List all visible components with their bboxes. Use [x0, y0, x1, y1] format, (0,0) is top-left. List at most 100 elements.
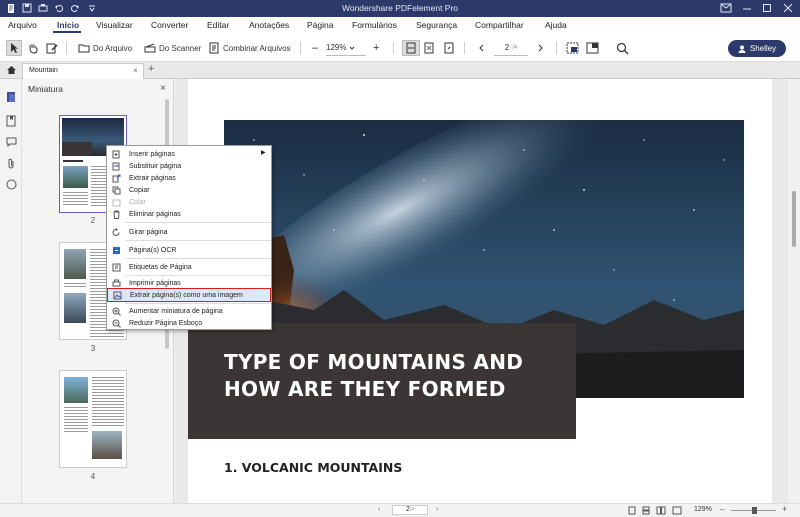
menu-seguranca[interactable]: Segurança: [416, 20, 457, 30]
new-tab-button[interactable]: +: [148, 63, 154, 75]
fit-width-icon: [406, 42, 416, 54]
zoom-slider-handle[interactable]: [752, 507, 757, 514]
user-account-button[interactable]: Shelley: [728, 40, 786, 57]
menu-item-copy[interactable]: Copiar: [107, 184, 271, 196]
zoom-in-thumbnail-icon: [111, 307, 121, 316]
page-number-input[interactable]: 2/4: [494, 40, 528, 56]
extract-pages-icon: [111, 174, 121, 183]
bookmark-icon[interactable]: [6, 115, 16, 129]
search-button[interactable]: [616, 40, 629, 56]
combine-files-label: Combinar Arquivos: [223, 43, 291, 53]
screenshot-button[interactable]: [566, 40, 580, 56]
zoom-in-button[interactable]: +: [373, 40, 379, 56]
thumbnail-panel-icon[interactable]: [6, 91, 16, 105]
thumb-photo: [64, 293, 86, 323]
crop-icon: [586, 42, 599, 54]
menu-item-rotate-page[interactable]: Girar página: [107, 226, 271, 238]
page-number-label: 4: [90, 472, 96, 481]
chevron-right-icon: [538, 44, 543, 52]
status-next-page-icon[interactable]: ›: [436, 506, 438, 513]
fit-width-button[interactable]: [402, 40, 420, 56]
menu-item-label: Extrair páginas: [129, 174, 176, 182]
menu-item-label: Extrair página(s) como uma imagem: [130, 291, 243, 299]
scanner-icon: [144, 43, 156, 53]
vertical-scrollbar[interactable]: [788, 79, 800, 503]
menu-editar[interactable]: Editar: [207, 20, 229, 30]
home-icon[interactable]: [6, 65, 17, 77]
status-zoom-value[interactable]: 129%: [694, 506, 712, 513]
minimize-icon[interactable]: [742, 3, 752, 15]
close-tab-icon[interactable]: ×: [133, 66, 138, 75]
menu-pagina[interactable]: Página: [307, 20, 333, 30]
menu-item-reduce-thumbnail[interactable]: Reduzir Página Esboço: [107, 317, 271, 329]
edit-icon: [46, 43, 58, 54]
menu-compartilhar[interactable]: Compartilhar: [475, 20, 524, 30]
from-scanner-button[interactable]: Do Scanner: [144, 40, 201, 56]
menu-item-label: Girar página: [129, 228, 168, 236]
hand-tool-button[interactable]: [27, 40, 39, 56]
zoom-value: 129%: [326, 43, 347, 52]
actual-size-button[interactable]: [443, 40, 455, 56]
copy-icon: [111, 186, 121, 195]
mail-icon[interactable]: [720, 3, 732, 15]
menu-item-replace-page[interactable]: Substituir página: [107, 160, 271, 172]
toolbar: Do Arquivo Do Scanner Combinar Arquivos …: [0, 34, 800, 62]
document-tab-bar: Mountain × +: [0, 62, 800, 79]
page-number-label: 3: [90, 344, 96, 353]
plus-icon: +: [373, 42, 380, 54]
two-page-view-icon[interactable]: [656, 506, 666, 517]
two-page-continuous-icon[interactable]: [672, 506, 682, 517]
maximize-icon[interactable]: [762, 3, 772, 15]
prev-page-button[interactable]: [478, 40, 484, 56]
status-zoom-out-icon[interactable]: –: [720, 505, 724, 514]
zoom-select[interactable]: 129%: [326, 40, 366, 56]
menu-formularios[interactable]: Formulários: [352, 20, 397, 30]
comment-icon[interactable]: [6, 137, 17, 149]
combine-files-button[interactable]: Combinar Arquivos: [208, 40, 291, 56]
menu-item-ocr[interactable]: Página(s) OCR: [107, 244, 271, 256]
menu-item-delete-pages[interactable]: Eliminar páginas: [107, 208, 271, 220]
chevron-down-icon: [350, 46, 355, 50]
scrollbar-thumb[interactable]: [792, 191, 796, 247]
status-zoom-in-icon[interactable]: +: [782, 504, 787, 514]
menu-inicio[interactable]: Início: [57, 20, 79, 30]
next-page-button[interactable]: [538, 40, 544, 56]
from-file-button[interactable]: Do Arquivo: [78, 40, 132, 56]
menu-item-print-pages[interactable]: Imprimir páginas: [107, 277, 271, 289]
ocr-icon: [111, 246, 121, 255]
toolbar-separator: [464, 42, 465, 54]
select-tool-button[interactable]: [6, 40, 22, 56]
menu-item-extract-pages[interactable]: Extrair páginas: [107, 172, 271, 184]
menu-item-enlarge-thumbnail[interactable]: Aumentar miniatura de página: [107, 305, 271, 317]
zoom-out-button[interactable]: –: [312, 40, 318, 56]
document-tab[interactable]: Mountain ×: [22, 63, 144, 79]
close-panel-icon[interactable]: ×: [160, 83, 166, 94]
menu-item-page-labels[interactable]: Etiquetas de Página: [107, 261, 271, 273]
search-panel-icon[interactable]: [6, 179, 17, 192]
status-page-input[interactable]: 2/4: [392, 505, 428, 515]
menu-anotacoes[interactable]: Anotações: [249, 20, 289, 30]
menu-visualizar[interactable]: Visualizar: [96, 20, 133, 30]
thumb-photo: [63, 166, 88, 188]
thumbnail-context-menu: Inserir páginas ▶ Substituir página Extra…: [106, 145, 272, 330]
window-title: Wondershare PDFelement Pro: [341, 3, 459, 13]
continuous-view-icon[interactable]: [642, 506, 650, 517]
menu-item-paste[interactable]: Colar: [107, 196, 271, 208]
page-thumbnail-4[interactable]: [59, 370, 127, 468]
trash-icon: [111, 210, 121, 219]
menu-ajuda[interactable]: Ajuda: [545, 20, 567, 30]
close-window-icon[interactable]: [783, 3, 793, 15]
menu-arquivo[interactable]: Arquivo: [8, 20, 37, 30]
menu-item-extract-as-image[interactable]: Extrair página(s) como uma imagem: [107, 288, 271, 302]
status-prev-page-icon[interactable]: ‹: [378, 506, 380, 513]
single-page-view-icon[interactable]: [628, 506, 636, 517]
page-number-label: 2: [90, 216, 96, 225]
menu-item-insert-pages[interactable]: Inserir páginas ▶: [107, 148, 271, 160]
attachment-icon[interactable]: [6, 158, 16, 172]
document-title: TYPE OF MOUNTAINS AND HOW ARE THEY FORME…: [224, 350, 524, 401]
edit-tool-button[interactable]: [46, 40, 58, 56]
menu-converter[interactable]: Converter: [151, 20, 188, 30]
fit-page-button[interactable]: [423, 40, 435, 56]
crop-button[interactable]: [586, 40, 600, 56]
menu-item-label: Copiar: [129, 186, 150, 194]
